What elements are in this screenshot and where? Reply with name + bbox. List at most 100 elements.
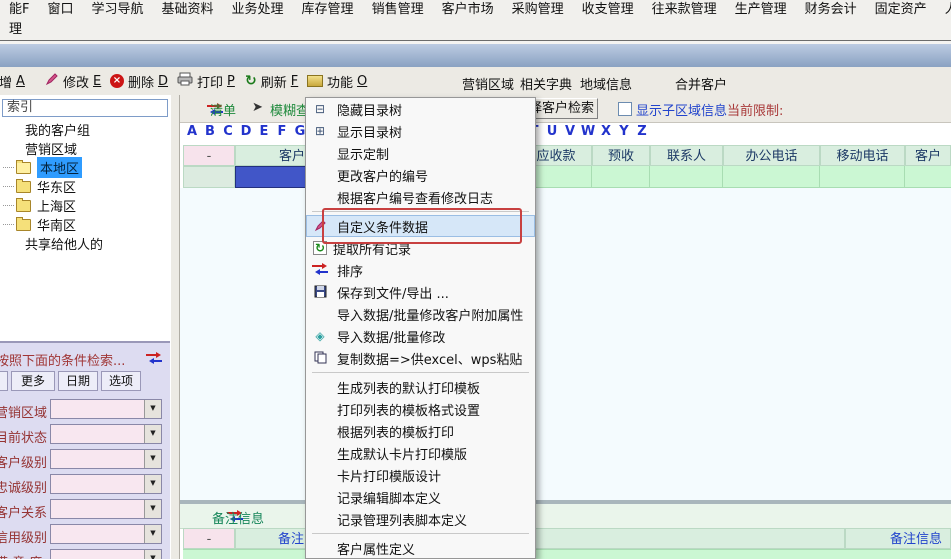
- menu-item-print-by-template[interactable]: 根据列表的模板打印: [306, 420, 535, 442]
- menu-item-gen-card-print-template[interactable]: 生成默认卡片打印模版: [306, 442, 535, 464]
- alphabet-letter[interactable]: B: [201, 124, 219, 139]
- tree-item-east-region[interactable]: 华东区: [0, 177, 170, 196]
- menu-item-display-custom[interactable]: 显示定制: [306, 142, 535, 164]
- tab-date[interactable]: 日期: [58, 371, 98, 391]
- menu-item-save-export[interactable]: 保存到文件/导出 ...: [306, 281, 535, 303]
- toolbar-link-marketing-region[interactable]: 营销区域: [462, 74, 514, 93]
- menubar-item[interactable]: 生产管理: [726, 0, 796, 20]
- delete-icon: ×: [110, 74, 124, 88]
- grid-cell[interactable]: [820, 166, 905, 188]
- show-subregion-label[interactable]: 显示子区域信息: [636, 100, 727, 119]
- menubar-item[interactable]: 理: [0, 20, 31, 40]
- grid-header-prepaid[interactable]: 预收: [592, 145, 650, 166]
- notes-header-info[interactable]: 备注信息: [845, 528, 951, 549]
- tree-item-shanghai-region[interactable]: 上海区: [0, 196, 170, 215]
- menu-item-show-tree[interactable]: ⊞显示目录树: [306, 120, 535, 142]
- menubar-item[interactable]: 销售管理: [363, 0, 433, 20]
- alphabet-letter[interactable]: D: [237, 124, 255, 139]
- notes-header-minus[interactable]: -: [183, 528, 235, 549]
- grid-cell[interactable]: [650, 166, 723, 188]
- menubar-item[interactable]: 基础资料: [153, 0, 223, 20]
- delete-button[interactable]: × 删除D: [110, 70, 168, 92]
- filter-combobox[interactable]: [50, 449, 162, 469]
- menu-item-import-batch-edit[interactable]: ◈导入数据/批量修改: [306, 325, 535, 347]
- menu-item-view-change-log[interactable]: 根据客户编号查看修改日志: [306, 186, 535, 208]
- alphabet-letter[interactable]: Z: [633, 124, 651, 139]
- grid-header-customer[interactable]: 客户: [905, 145, 951, 166]
- alphabet-letter[interactable]: C: [219, 124, 237, 139]
- toolbar-link-region-info[interactable]: 地域信息: [580, 74, 632, 93]
- menubar-item[interactable]: 客户市场: [433, 0, 503, 20]
- refresh-button[interactable]: ↻ 刷新F: [245, 70, 298, 92]
- index-header[interactable]: 索引: [2, 99, 168, 117]
- alphabet-letter[interactable]: V: [561, 124, 579, 139]
- menu-item-card-template-design[interactable]: 卡片打印模版设计: [306, 464, 535, 486]
- filter-row: 满 意 度: [0, 548, 170, 559]
- tree-item-marketing-region[interactable]: 营销区域: [0, 139, 170, 158]
- alphabet-letter[interactable]: F: [273, 124, 291, 139]
- alphabet-letter[interactable]: X: [597, 124, 615, 139]
- notes-data-row[interactable]: [183, 549, 951, 559]
- menubar-item[interactable]: 窗口: [38, 0, 82, 20]
- grid-empty-area[interactable]: [180, 188, 951, 500]
- toolbar-link-dictionary[interactable]: 相关字典: [520, 74, 572, 93]
- grid-header-mobile-phone[interactable]: 移动电话: [820, 145, 905, 166]
- tab-partial[interactable]: [0, 371, 8, 391]
- grid-cell[interactable]: [723, 166, 820, 188]
- grid-header-office-phone[interactable]: 办公电话: [723, 145, 820, 166]
- menu-item-hide-tree[interactable]: ⊟隐藏目录树: [306, 98, 535, 120]
- filter-combobox[interactable]: [50, 524, 162, 544]
- alphabet-letter[interactable]: E: [255, 124, 273, 139]
- grid-header-minus[interactable]: -: [183, 145, 235, 166]
- menu-item-sort[interactable]: 排序: [306, 259, 535, 281]
- tab-more[interactable]: 更多: [11, 371, 55, 391]
- menu-item-record-edit-script[interactable]: 记录编辑脚本定义: [306, 486, 535, 508]
- grid-header-contact[interactable]: 联系人: [650, 145, 723, 166]
- tab-options[interactable]: 选项: [101, 371, 141, 391]
- add-button[interactable]: 新增A: [0, 70, 25, 92]
- menubar-item[interactable]: 学习导航: [83, 0, 153, 20]
- tree-item-my-groups[interactable]: 我的客户组: [0, 120, 170, 139]
- tree-item-south-region[interactable]: 华南区: [0, 215, 170, 234]
- menubar-item[interactable]: 业务处理: [223, 0, 293, 20]
- grid-cell[interactable]: [905, 166, 951, 188]
- menubar-item[interactable]: 财务会计: [796, 0, 866, 20]
- panel-splitter[interactable]: [170, 95, 180, 559]
- alphabet-letter[interactable]: A: [183, 124, 201, 139]
- edit-button[interactable]: 修改E: [45, 70, 101, 92]
- filter-combobox[interactable]: [50, 399, 162, 419]
- menubar-item[interactable]: 往来款管理: [643, 0, 726, 20]
- menubar-item[interactable]: 库存管理: [293, 0, 363, 20]
- menu-item-record-list-script[interactable]: 记录管理列表脚本定义: [306, 508, 535, 530]
- list-view-label[interactable]: 清单: [210, 100, 236, 119]
- filter-combobox[interactable]: [50, 474, 162, 494]
- filter-combobox[interactable]: [50, 499, 162, 519]
- menubar-item[interactable]: 采购管理: [503, 0, 573, 20]
- menu-item-change-customer-no[interactable]: 更改客户的编号: [306, 164, 535, 186]
- alphabet-letter[interactable]: Y: [615, 124, 633, 139]
- toolbar-link-merge-customer[interactable]: 合并客户: [675, 74, 727, 93]
- alphabet-letter[interactable]: W: [579, 124, 597, 139]
- menubar-item[interactable]: 固定资产: [866, 0, 936, 20]
- print-button[interactable]: 打印P: [177, 70, 235, 92]
- filter-combobox[interactable]: [50, 424, 162, 444]
- menu-item-import-batch-attrs[interactable]: 导入数据/批量修改客户附加属性: [306, 303, 535, 325]
- menu-item-print-template-format[interactable]: 打印列表的模板格式设置: [306, 398, 535, 420]
- menubar-item[interactable]: 收支管理: [573, 0, 643, 20]
- function-button[interactable]: 功能O: [307, 70, 367, 92]
- menu-item-customer-attr-define[interactable]: 客户属性定义: [306, 537, 535, 559]
- filter-combobox[interactable]: [50, 549, 162, 559]
- tree-item-local-region[interactable]: 本地区: [0, 158, 170, 177]
- menu-item-gen-default-print-template[interactable]: 生成列表的默认打印模板: [306, 376, 535, 398]
- alphabet-letter[interactable]: U: [543, 124, 561, 139]
- menu-item-copy-data[interactable]: 复制数据=>供excel、wps粘贴: [306, 347, 535, 369]
- swap-arrows-icon[interactable]: [146, 352, 162, 364]
- tree-item-shared[interactable]: 共享给他人的: [0, 234, 170, 253]
- menubar-item[interactable]: 人事资料: [936, 0, 951, 20]
- folder-icon: [16, 219, 31, 231]
- filter-rows: 营销区域 目前状态 客户级别 忠诚级别 客户关系: [0, 398, 170, 559]
- grid-cell[interactable]: [592, 166, 650, 188]
- grid-cell-rowmark[interactable]: [183, 166, 235, 188]
- show-subregion-checkbox[interactable]: [618, 102, 632, 116]
- menubar-item[interactable]: 能F: [0, 0, 38, 20]
